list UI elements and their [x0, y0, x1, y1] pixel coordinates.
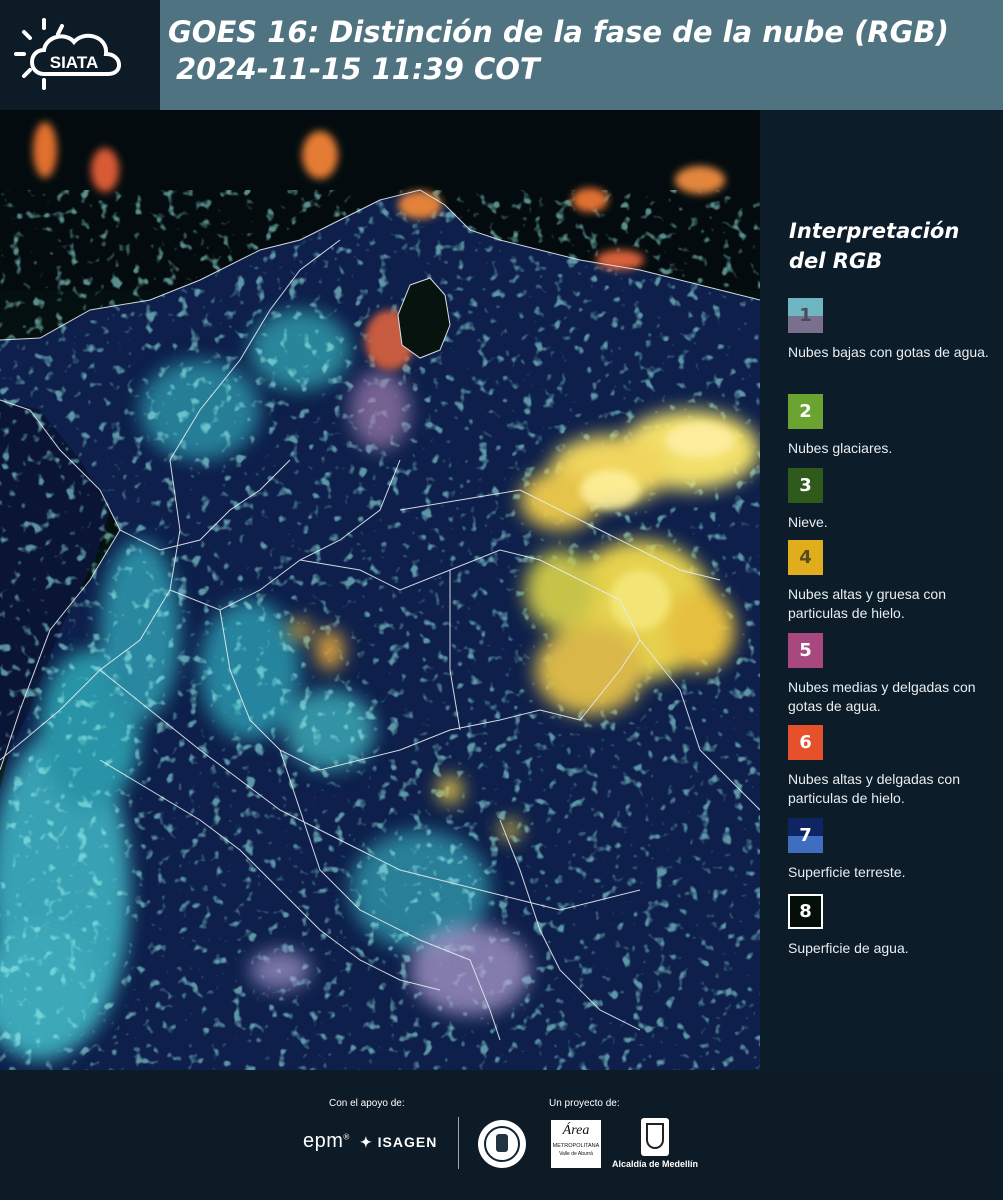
area-metropolitana-logo: Área METROPOLITANA Valle de Aburrá — [551, 1120, 601, 1168]
legend-title: Interpretación del RGB — [789, 219, 960, 273]
alcaldia-text: Alcaldía de Medellín — [612, 1159, 699, 1169]
legend-item-5: 5 Nubes medias y delgadas con gotas de a… — [788, 633, 998, 716]
legend-item-1: 1 Nubes bajas con gotas de agua. — [788, 298, 998, 362]
title-line-2: 2024-11-15 11:39 COT — [176, 52, 540, 86]
legend-num-1: 1 — [799, 305, 812, 326]
project-label: Un proyecto de: — [549, 1098, 620, 1109]
page-title: GOES 16: Distinción de la fase de la nub… — [168, 14, 949, 88]
legend-num-5: 5 — [799, 640, 812, 661]
legend-panel: Interpretación del RGB 1 Nubes bajas con… — [760, 110, 1003, 1070]
footer-divider — [458, 1117, 459, 1169]
legend-swatch-3: 3 — [788, 468, 823, 503]
area-logo-line-3: Valle de Aburrá — [559, 1151, 593, 1157]
footer: Con el apoyo de: Un proyecto de: epm® ✦ … — [0, 1070, 1003, 1200]
legend-item-7: 7 Superficie terreste. — [788, 818, 998, 882]
legend-desc-8: Superficie de agua. — [788, 940, 909, 956]
isagen-logo: ✦ ISAGEN — [360, 1134, 437, 1151]
legend-swatch-1: 1 — [788, 298, 823, 333]
satellite-map[interactable] — [0, 110, 760, 1070]
legend-item-8: 8 Superficie de agua. — [788, 894, 998, 958]
legend-item-2: 2 Nubes glaciares. — [788, 394, 998, 458]
legend-swatch-6: 6 — [788, 725, 823, 760]
alcaldia-shield-icon — [641, 1118, 669, 1156]
epm-logo-text: epm — [303, 1130, 344, 1152]
isagen-mark-icon: ✦ — [360, 1134, 373, 1150]
legend-swatch-4: 4 — [788, 540, 823, 575]
legend-swatch-2: 2 — [788, 394, 823, 429]
title-line-1: GOES 16: Distinción de la fase de la nub… — [168, 15, 949, 49]
legend-num-4: 4 — [799, 547, 812, 568]
legend-num-8: 8 — [799, 901, 812, 922]
area-logo-line-2: METROPOLITANA — [552, 1143, 600, 1149]
support-label: Con el apoyo de: — [329, 1098, 405, 1109]
legend-desc-1: Nubes bajas con gotas de agua. — [788, 344, 989, 360]
legend-desc-4: Nubes altas y gruesa con particulas de h… — [788, 586, 946, 621]
legend-num-2: 2 — [799, 401, 812, 422]
medellin-seal-icon — [478, 1120, 526, 1168]
legend-num-7: 7 — [799, 825, 812, 846]
legend-item-3: 3 Nieve. — [788, 468, 998, 532]
legend-swatch-8: 8 — [788, 894, 823, 929]
area-logo-line-1: Área — [562, 1123, 590, 1138]
legend-desc-5: Nubes medias y delgadas con gotas de agu… — [788, 679, 976, 714]
siata-logo: SIATA — [14, 12, 134, 98]
isagen-logo-text: ISAGEN — [377, 1134, 438, 1150]
legend-swatch-5: 5 — [788, 633, 823, 668]
legend-item-6: 6 Nubes altas y delgadas con particulas … — [788, 725, 998, 808]
legend-num-3: 3 — [799, 475, 812, 496]
epm-logo: epm® — [303, 1130, 350, 1152]
legend-desc-2: Nubes glaciares. — [788, 440, 893, 456]
legend-desc-6: Nubes altas y delgadas con particulas de… — [788, 771, 960, 806]
legend-item-4: 4 Nubes altas y gruesa con particulas de… — [788, 540, 998, 623]
legend-num-6: 6 — [799, 732, 812, 753]
logo-text: SIATA — [50, 53, 98, 72]
legend-desc-7: Superficie terreste. — [788, 864, 906, 880]
legend-swatch-7: 7 — [788, 818, 823, 853]
legend-desc-3: Nieve. — [788, 514, 828, 530]
